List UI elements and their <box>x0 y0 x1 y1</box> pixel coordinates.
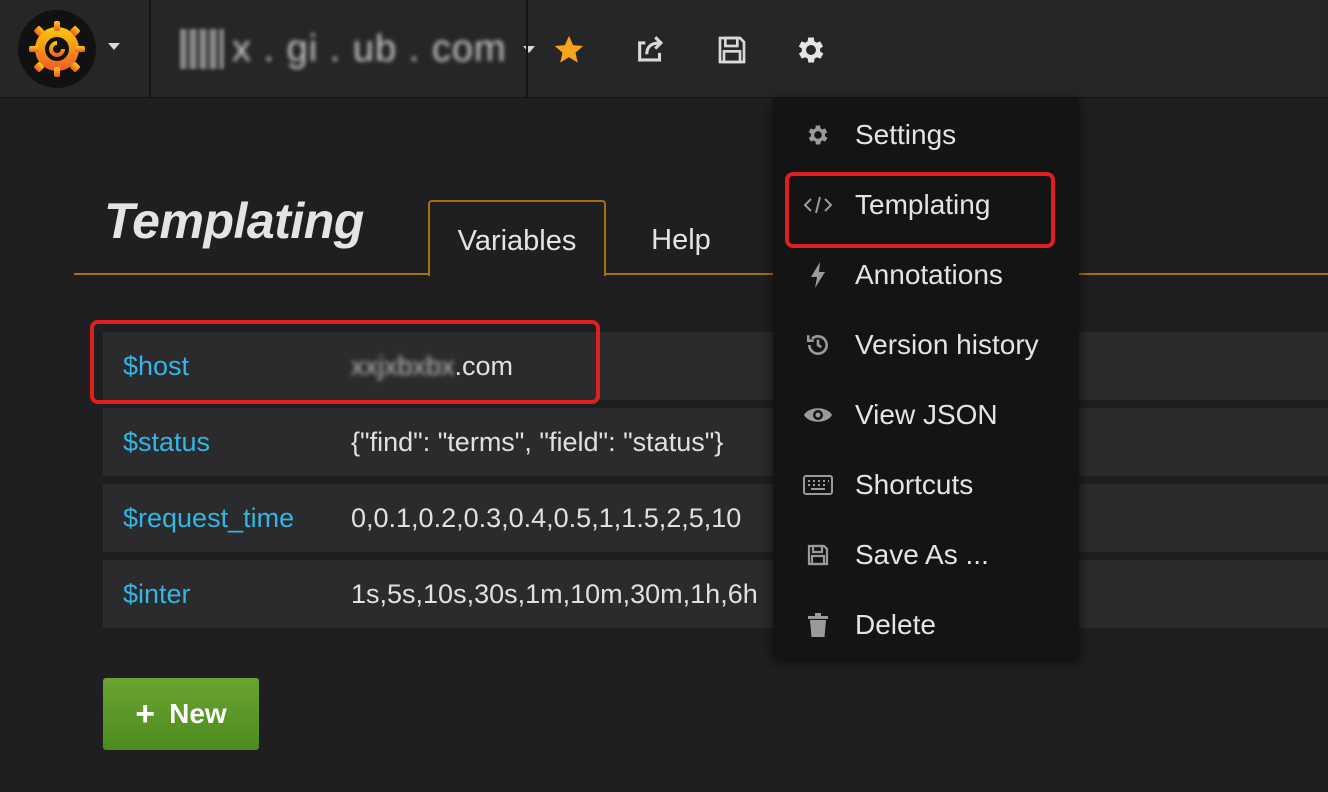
new-variable-button[interactable]: + New <box>103 678 259 750</box>
tab-variables[interactable]: Variables <box>428 200 606 276</box>
chevron-down-icon <box>108 42 120 50</box>
menu-item-label: Annotations <box>855 259 1003 290</box>
menu-item-label: Shortcuts <box>855 469 974 500</box>
new-button-label: New <box>169 698 227 729</box>
menu-item-view-json[interactable]: View JSON <box>773 380 1079 450</box>
save-icon[interactable] <box>710 28 754 72</box>
menu-item-label: Save As ... <box>855 539 989 570</box>
annotation-highlight-host <box>90 320 600 404</box>
share-icon[interactable] <box>629 28 673 72</box>
top-navbar: x . gi . ub . com <box>0 0 1328 98</box>
menu-item-label: Settings <box>855 119 957 150</box>
menu-item-save-as[interactable]: Save As ... <box>773 520 1079 590</box>
variable-name[interactable]: $status <box>103 427 351 458</box>
chevron-down-icon <box>522 45 535 53</box>
variable-definition: 1s,5s,10s,30s,1m,10m,30m,1h,6h <box>351 578 758 609</box>
grafana-menu-button[interactable] <box>18 10 133 88</box>
variable-definition: 0,0.1,0.2,0.3,0.4,0.5,1,1.5,2,5,10 <box>351 502 742 533</box>
dashboard-title: x . gi . ub . com <box>232 27 507 70</box>
navbar-divider <box>526 0 528 98</box>
star-icon[interactable] <box>547 28 591 72</box>
gear-icon <box>773 122 855 148</box>
variable-row[interactable]: $inter 1s,5s,10s,30s,1m,10m,30m,1h,6h <box>103 560 1328 628</box>
page-title: Templating <box>104 193 364 249</box>
variable-row[interactable]: $status {"find": "terms", "field": "stat… <box>103 408 1328 476</box>
menu-item-label: Delete <box>855 609 936 640</box>
variable-definition: {"find": "terms", "field": "status"} <box>351 426 724 457</box>
gear-icon[interactable] <box>789 28 833 72</box>
menu-item-label: View JSON <box>855 399 998 430</box>
menu-item-settings[interactable]: Settings <box>773 100 1079 170</box>
variable-name[interactable]: $inter <box>103 579 351 610</box>
navbar-divider <box>149 0 151 98</box>
menu-item-delete[interactable]: Delete <box>773 590 1079 660</box>
plus-icon: + <box>135 694 156 733</box>
eye-icon <box>773 404 855 426</box>
keyboard-icon <box>773 475 855 495</box>
menu-item-annotations[interactable]: Annotations <box>773 240 1079 310</box>
history-icon <box>773 332 855 358</box>
annotation-highlight-templating <box>785 172 1055 248</box>
save-icon <box>773 543 855 567</box>
menu-item-shortcuts[interactable]: Shortcuts <box>773 450 1079 520</box>
bolt-icon <box>773 261 855 289</box>
tab-help[interactable]: Help <box>626 200 736 276</box>
variable-name[interactable]: $request_time <box>103 503 351 534</box>
dashboard-picker[interactable]: x . gi . ub . com <box>180 26 535 72</box>
grafana-logo <box>18 10 96 88</box>
menu-item-version-history[interactable]: Version history <box>773 310 1079 380</box>
trash-icon <box>773 612 855 638</box>
variable-row[interactable]: $request_time 0,0.1,0.2,0.3,0.4,0.5,1,1.… <box>103 484 1328 552</box>
menu-item-label: Version history <box>855 329 1039 360</box>
dashboard-icon <box>180 29 224 69</box>
